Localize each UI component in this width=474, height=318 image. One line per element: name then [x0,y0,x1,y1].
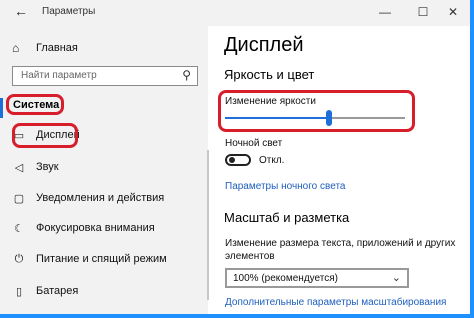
scale-label-line2: элементов [225,251,275,262]
minimize-button[interactable]: — [370,2,400,22]
title-bar: ← Параметры — ☐ ✕ [0,0,470,26]
section-heading-scale: Масштаб и разметка [224,210,350,225]
window-title: Параметры [42,6,96,17]
back-arrow-icon[interactable]: ← [14,3,28,19]
highlight-oval-brightness [218,90,415,132]
battery-icon: ▯ [15,285,23,298]
highlight-oval-section [6,94,64,115]
sidebar-item-label: Звук [36,161,59,173]
window-frame-bottom [0,314,474,318]
highlight-oval-display [12,123,78,148]
scale-dropdown[interactable]: 100% (рекомендуется) ⌄ [225,268,409,288]
scale-label-line1: Изменение размера текста, приложений и д… [225,238,456,249]
sidebar-item-focus[interactable]: ☾ Фокусировка внимания [12,219,155,237]
sidebar-item-notifications[interactable]: ▢ Уведомления и действия [12,189,164,207]
sidebar-scrollbar[interactable] [207,150,209,300]
sidebar-item-label: Питание и спящий режим [36,253,167,265]
scale-dropdown-value: 100% (рекомендуется) [233,273,338,284]
sidebar-item-label: Уведомления и действия [36,192,165,204]
chevron-down-icon: ⌄ [391,272,401,284]
search-icon: ⚲ [182,68,191,82]
home-icon: ⌂ [12,41,20,55]
close-button[interactable]: ✕ [438,2,468,22]
night-light-state: Откл. [259,155,285,166]
sidebar-item-home[interactable]: ⌂ Главная [12,40,78,56]
sidebar-item-sound[interactable]: ◁ Звук [12,158,59,176]
night-light-settings-link[interactable]: Параметры ночного света [225,181,345,192]
window-frame-right [470,0,474,318]
toggle-knob [229,157,235,163]
search-input[interactable]: Найти параметр ⚲ [12,66,198,86]
sidebar-item-power[interactable]: ⏻ Питание и спящий режим [12,250,167,268]
speaker-icon: ◁ [14,161,24,174]
search-placeholder: Найти параметр [21,70,97,81]
moon-icon: ☾ [14,222,24,235]
sidebar-item-label: Главная [36,42,78,54]
selected-indicator [0,98,3,118]
night-light-toggle[interactable] [225,154,251,166]
sidebar-item-label: Батарея [36,285,79,297]
notifications-icon: ▢ [13,192,25,205]
power-icon: ⏻ [14,252,24,265]
sidebar-item-battery[interactable]: ▯ Батарея [12,282,78,300]
advanced-scaling-link[interactable]: Дополнительные параметры масштабирования [225,297,446,308]
page-title: Дисплей [224,34,304,56]
sidebar-item-label: Фокусировка внимания [36,222,155,234]
section-heading-brightness: Яркость и цвет [224,67,315,82]
maximize-button[interactable]: ☐ [408,2,438,22]
settings-window: ← Параметры — ☐ ✕ ⌂ Главная Найти параме… [0,0,470,314]
night-light-label: Ночной свет [225,138,283,149]
